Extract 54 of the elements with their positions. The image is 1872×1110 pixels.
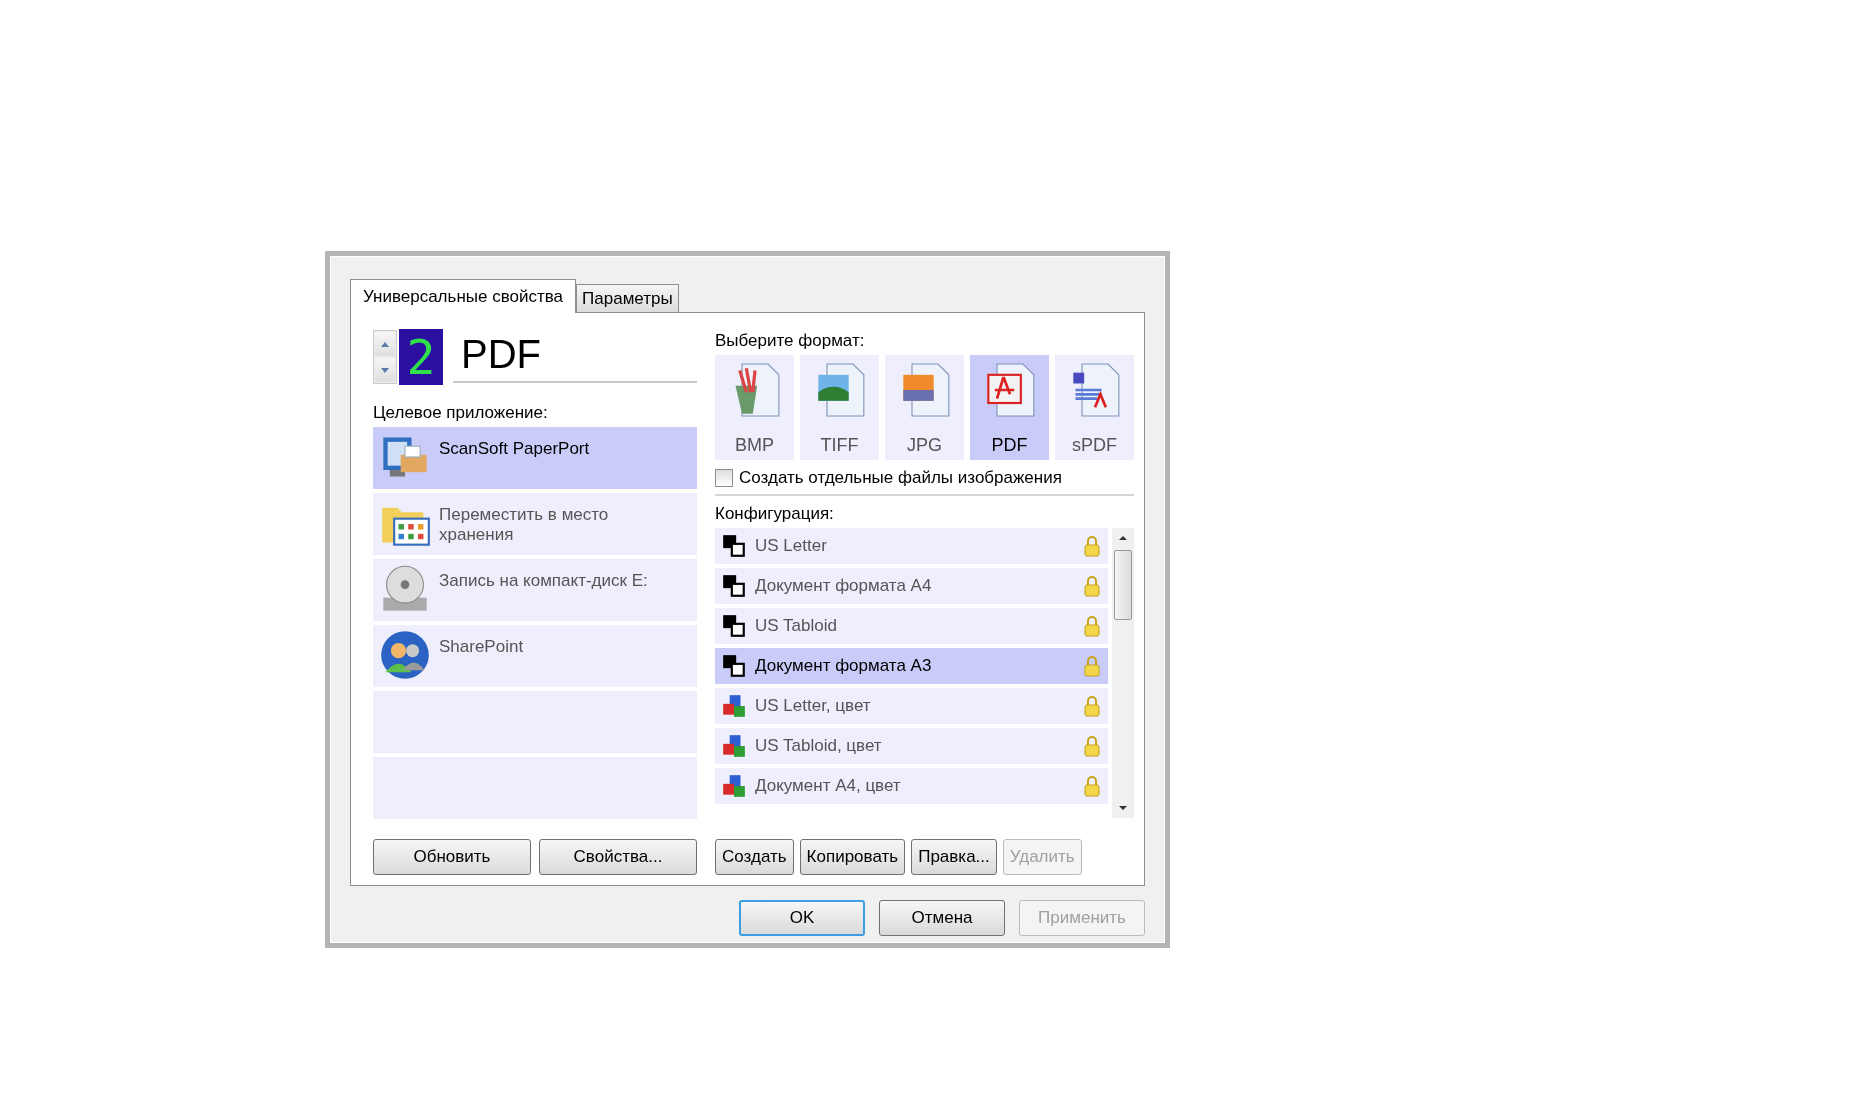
application-item[interactable]: ScanSoft PaperPort <box>373 427 697 489</box>
configuration-item[interactable]: Документ формата А3 <box>715 648 1108 684</box>
configuration-item[interactable]: Документ формата А4 <box>715 568 1108 604</box>
action-button[interactable]: Свойства... <box>539 839 697 875</box>
configuration-item[interactable]: Документ А4, цвет <box>715 768 1108 804</box>
overlapping-squares-icon <box>721 573 747 599</box>
action-button[interactable]: Копировать <box>799 839 906 875</box>
color-cubes-icon <box>721 773 747 799</box>
configuration-label: Документ А4, цвет <box>755 776 902 796</box>
application-label: Запись на компакт-диск E: <box>439 570 649 591</box>
configuration-label: Документ формата А3 <box>755 656 933 676</box>
configuration-label: US Tabloid, цвет <box>755 736 883 756</box>
format-option[interactable]: JPG <box>885 355 964 460</box>
counter-display: 2 <box>399 329 443 385</box>
color-cubes-icon <box>721 733 747 759</box>
format-option[interactable]: PDF <box>970 355 1049 460</box>
checkbox[interactable] <box>715 469 733 487</box>
configuration-item[interactable]: US Letter <box>715 528 1108 564</box>
checkbox-option[interactable]: Создать отдельные файлы изображения <box>715 468 1134 488</box>
format-option[interactable]: sPDF <box>1055 355 1134 460</box>
scrollbar[interactable] <box>1112 528 1134 818</box>
application-item[interactable]: Переместить в место хранения <box>373 493 697 555</box>
format-option[interactable]: BMP <box>715 355 794 460</box>
people-icon <box>379 629 431 681</box>
application-label: ScanSoft PaperPort <box>439 438 591 459</box>
configuration-label: US Tabloid <box>755 616 838 636</box>
configuration-item[interactable]: US Letter, цвет <box>715 688 1108 724</box>
action-button[interactable]: Правка... <box>911 839 997 875</box>
application-label: SharePoint <box>439 636 525 657</box>
format-option[interactable]: TIFF <box>800 355 879 460</box>
configuration-label: Документ формата А4 <box>755 576 933 596</box>
configuration-label: US Letter, цвет <box>755 696 872 716</box>
dialog-button[interactable]: Отмена <box>879 900 1005 936</box>
dialog-button[interactable]: OK <box>739 900 865 936</box>
configuration-item[interactable]: US Tabloid, цвет <box>715 728 1108 764</box>
section-label: Целевое приложение: <box>373 403 549 423</box>
tab[interactable]: Универсальные свойства <box>350 279 577 313</box>
color-cubes-icon <box>721 693 747 719</box>
overlapping-squares-icon <box>721 533 747 559</box>
checkbox-label: Создать отдельные файлы изображения <box>739 468 1062 488</box>
action-button[interactable]: Обновить <box>373 839 531 875</box>
tab[interactable]: Параметры <box>576 284 679 312</box>
overlapping-squares-icon <box>721 613 747 639</box>
application-label: Переместить в место хранения <box>439 504 610 545</box>
application-item[interactable]: Запись на компакт-диск E: <box>373 559 697 621</box>
section-label: Выберите формат: <box>715 331 866 351</box>
scroll-thumb[interactable] <box>1114 550 1132 620</box>
section-label: Конфигурация: <box>715 504 835 524</box>
action-button[interactable]: Создать <box>715 839 794 875</box>
format-title: PDF <box>453 331 697 383</box>
overlapping-squares-icon <box>721 653 747 679</box>
configuration-item[interactable]: US Tabloid <box>715 608 1108 644</box>
configuration-label: US Letter <box>755 536 828 556</box>
application-item[interactable]: SharePoint <box>373 625 697 687</box>
